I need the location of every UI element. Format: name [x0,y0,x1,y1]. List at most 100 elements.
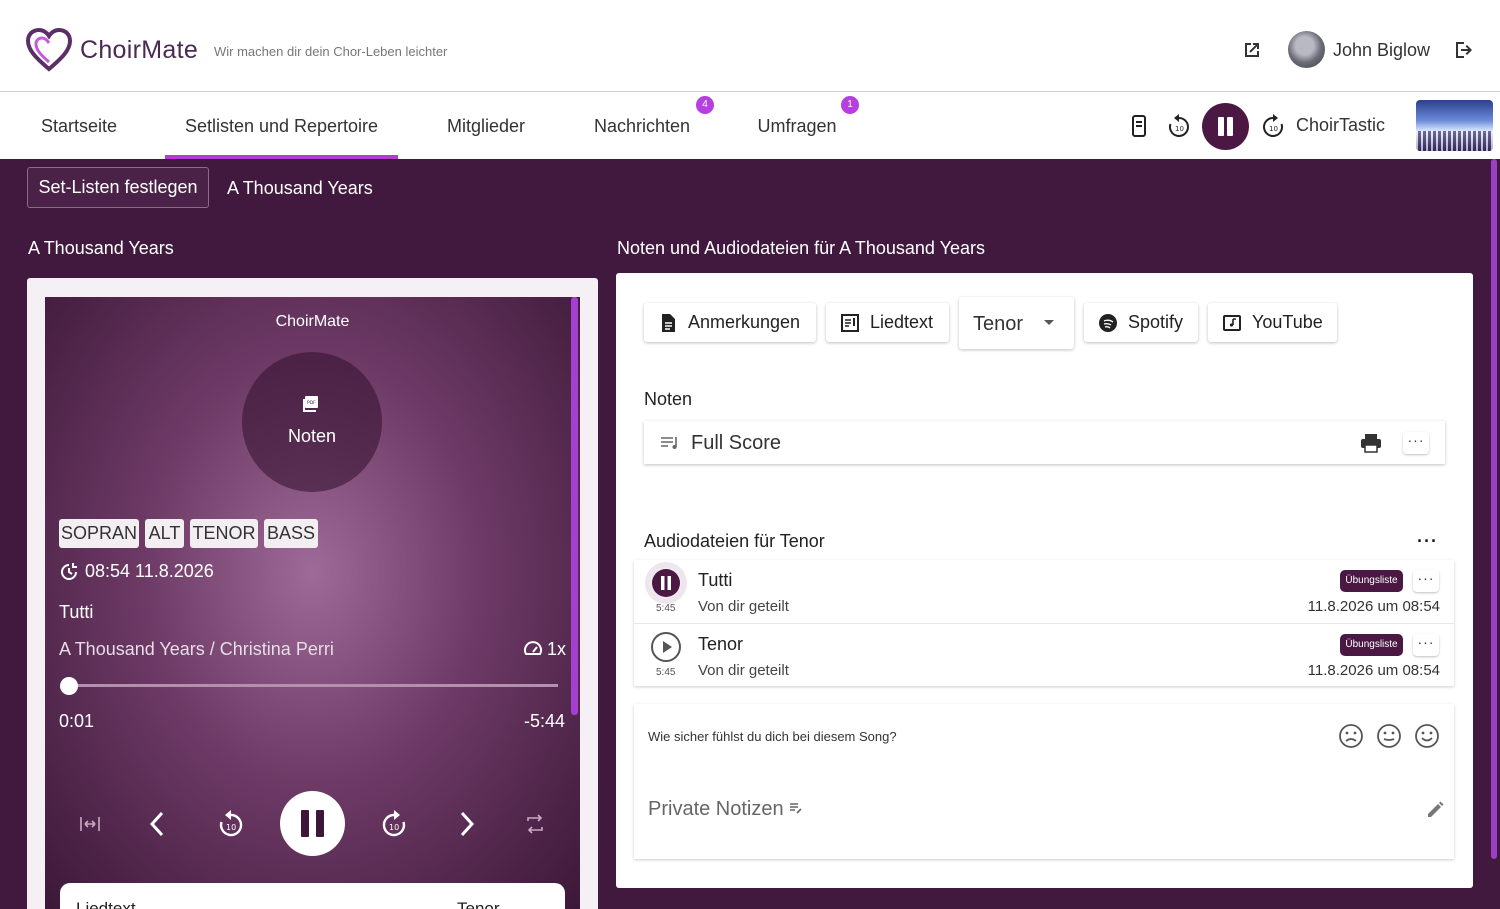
avatar[interactable] [1288,31,1325,68]
track-title: Tutti [59,602,94,622]
confidence-question: Wie sicher fühlst du dich bei diesem Son… [648,729,897,744]
playlist-icon [661,437,677,449]
choir-image[interactable] [1416,100,1493,151]
audio-row[interactable]: 5:45 Tutti Von dir geteilt Übungsliste ·… [634,560,1454,622]
svg-text:PDF: PDF [307,400,316,406]
choir-name[interactable]: ChoirTastic [1296,115,1385,136]
svg-text:10: 10 [389,823,399,832]
audio-shared: Von dir geteilt [698,598,789,615]
tab-nachrichten[interactable]: Nachrichten [584,93,700,159]
spotify-label: Spotify [1128,312,1184,332]
neutral-face-icon[interactable] [1376,723,1402,749]
main-nav: Startseite Setlisten und Repertoire Mitg… [0,93,1500,159]
heart-logo-icon[interactable] [26,28,72,72]
speed-button[interactable]: 1x [523,639,566,660]
play-pause-button[interactable] [280,791,345,856]
remaining-time: -5:44 [524,711,566,731]
liedtext-button[interactable]: Liedtext [826,303,949,342]
private-notes-label[interactable]: Private Notizen [648,798,803,821]
audio-more-button[interactable]: ··· [1417,531,1438,552]
page-scrollbar[interactable] [1491,159,1497,859]
practice-list-tag[interactable]: Übungsliste [1340,634,1403,656]
score-row[interactable]: Full Score ··· [644,421,1445,464]
music-video-icon [1223,314,1241,331]
play-circle-icon [651,632,681,662]
spotify-icon [1099,313,1117,332]
voice-select[interactable]: Tenor [959,297,1074,349]
liedtext-label: Liedtext [870,312,934,332]
audio-shared: Von dir geteilt [698,662,789,679]
progress-bar[interactable] [69,684,558,687]
elapsed-time: 0:01 [59,711,95,731]
anmerkungen-label: Anmerkungen [688,312,801,332]
pause-circle-icon [652,569,680,597]
rewind-10-icon[interactable]: 10 [1166,113,1192,139]
youtube-button[interactable]: YouTube [1208,303,1337,342]
pdf-icon: PDF [303,396,318,412]
happy-face-icon[interactable] [1414,723,1440,749]
phone-icon[interactable] [1126,113,1152,139]
practice-list-tag[interactable]: Übungsliste [1340,570,1403,592]
audio-player: ChoirMate PDF Noten SOPRAN ALT TENOR BAS… [45,297,580,909]
noten-button[interactable]: PDF Noten [242,352,382,492]
lyrics-label: Liedtext [76,899,136,909]
audio-play-button[interactable] [650,631,682,663]
edit-pencil-icon[interactable] [1425,800,1445,820]
audio-list: 5:45 Tutti Von dir geteilt Übungsliste ·… [634,560,1454,686]
document-icon [662,313,675,332]
audio-row-more-button[interactable]: ··· [1413,570,1439,592]
voice-sopran[interactable]: SOPRAN [59,519,139,548]
chevron-down-icon [1044,320,1054,325]
external-link-icon[interactable] [1240,38,1264,62]
audio-row-more-button[interactable]: ··· [1413,634,1439,656]
audio-heading: Audiodateien für Tenor [644,531,825,551]
spotify-button[interactable]: Spotify [1084,303,1198,342]
loop-section-icon[interactable] [75,809,105,839]
tab-setlisten[interactable]: Setlisten und Repertoire [165,93,398,159]
noten-heading: Noten [644,389,693,409]
song-artist: A Thousand Years / Christina Perri [59,639,334,659]
score-more-button[interactable]: ··· [1403,432,1429,454]
lyrics-bar[interactable]: Liedtext Tenor [60,883,565,909]
umfragen-badge: 1 [841,96,859,114]
breadcrumb-current: A Thousand Years [227,178,373,198]
pause-button[interactable] [1202,103,1249,150]
sad-face-icon[interactable] [1338,723,1364,749]
progress-thumb[interactable] [60,677,78,695]
voice-tenor[interactable]: TENOR [190,519,258,548]
tab-startseite[interactable]: Startseite [30,93,128,159]
timestamp: 08:54 11.8.2026 [85,561,214,581]
rewind-10-icon[interactable]: 10 [216,809,246,839]
audio-date: 11.8.2026 um 08:54 [1307,598,1440,615]
tab-umfragen[interactable]: Umfragen [748,93,846,159]
notes-icon [790,803,802,814]
feedback-panel: Wie sicher fühlst du dich bei diesem Son… [634,704,1454,859]
print-icon[interactable] [1360,433,1382,453]
player-scrollbar[interactable] [571,297,578,715]
next-icon[interactable] [451,809,481,839]
section-title-right: Noten und Audiodateien für A Thousand Ye… [617,238,985,258]
voice-alt[interactable]: ALT [145,519,184,548]
audio-date: 11.8.2026 um 08:54 [1307,662,1440,679]
voice-bass[interactable]: BASS [264,519,318,548]
user-name[interactable]: John Biglow [1333,40,1430,61]
tab-mitglieder[interactable]: Mitglieder [436,93,536,159]
nachrichten-badge: 4 [696,96,714,114]
previous-icon[interactable] [143,809,173,839]
logout-icon[interactable] [1452,38,1476,62]
set-listen-button[interactable]: Set-Listen festlegen [27,167,209,208]
audio-duration: 5:45 [656,667,676,678]
lyrics-voice: Tenor [457,899,500,909]
forward-10-icon[interactable]: 10 [379,809,409,839]
section-title-left: A Thousand Years [28,238,174,258]
brand-name[interactable]: ChoirMate [80,36,198,65]
tab-label: Nachrichten [593,115,691,136]
audio-row[interactable]: 5:45 Tenor Von dir geteilt Übungsliste ·… [634,623,1454,685]
anmerkungen-button[interactable]: Anmerkungen [644,303,816,342]
tab-label: Startseite [40,115,118,136]
audio-pause-button[interactable] [650,567,682,599]
audio-name: Tenor [698,634,744,654]
forward-10-icon[interactable]: 10 [1260,113,1286,139]
repeat-icon[interactable] [520,809,550,839]
noten-label: Noten [287,426,337,446]
